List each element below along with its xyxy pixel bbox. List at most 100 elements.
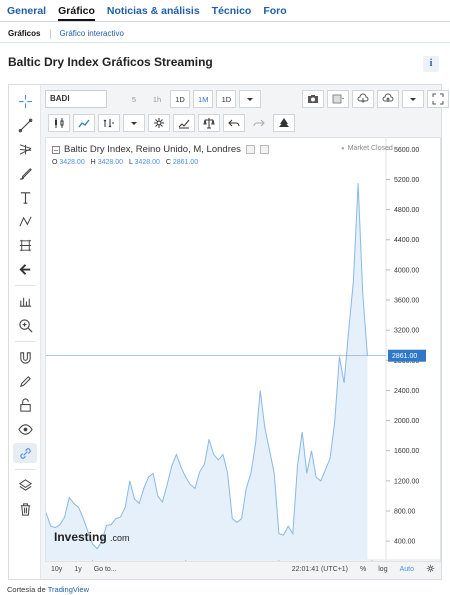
pitchfork-icon (19, 143, 31, 155)
chart-plot[interactable]: 400.00 800.00 1200.00 1600.00 2000.00 2400.00… (46, 138, 442, 578)
scale-button[interactable] (198, 114, 220, 132)
fullscreen-button[interactable] (427, 90, 450, 108)
compare-button[interactable] (173, 114, 195, 132)
chart-widget: BADI 5 1h 1D 1M 1D 400.00 800.00 1200.00 16… (8, 84, 450, 580)
interval-1h[interactable]: 1h (147, 90, 167, 108)
percent-scale-toggle[interactable]: % (354, 566, 372, 573)
indicators-button[interactable] (98, 114, 120, 132)
lock-tool[interactable] (13, 395, 37, 415)
camera-icon (308, 95, 319, 103)
subnav-divider (50, 28, 52, 39)
tool-divider (15, 341, 35, 342)
chart-pane[interactable]: 400.00 800.00 1200.00 1600.00 2000.00 2400.00… (45, 137, 442, 578)
visibility-tool[interactable] (13, 419, 37, 439)
brush-tool[interactable] (13, 163, 37, 183)
y-tick-label: 4000.00 (394, 267, 419, 274)
log-scale-toggle[interactable]: log (372, 566, 393, 573)
range-10y[interactable]: 10y (45, 566, 68, 573)
tab-0[interactable]: General (7, 5, 46, 21)
save-chart-button[interactable] (377, 90, 400, 108)
candlestick-icon (55, 118, 64, 128)
y-tick-label: 2000.00 (394, 418, 419, 425)
zoom-in-icon (18, 318, 32, 332)
delete-tool[interactable] (13, 499, 37, 519)
collapse-legend-icon[interactable] (52, 145, 60, 154)
load-chart-button[interactable] (352, 90, 375, 108)
text-tool[interactable] (13, 187, 37, 207)
color-button[interactable] (327, 90, 350, 108)
crosshair-icon (18, 94, 32, 108)
magnet-icon (19, 351, 31, 364)
y-tick-label: 5600.00 (394, 147, 419, 154)
scale-icon (203, 118, 215, 129)
tradingview-link[interactable]: TradingView (48, 585, 89, 594)
magnet-tool[interactable] (13, 347, 37, 367)
low-label: L (128, 159, 133, 166)
info-button[interactable]: i (423, 56, 439, 72)
measure-tool[interactable] (13, 291, 37, 311)
drawing-toolbar (9, 85, 41, 579)
interval-5[interactable]: 5 (124, 90, 144, 108)
crosshair-tool[interactable] (13, 91, 37, 111)
indicators-dropdown[interactable] (123, 114, 145, 132)
candles-button[interactable] (48, 114, 70, 132)
pattern-icon (18, 216, 32, 226)
auto-scale-toggle[interactable]: Auto (394, 566, 420, 573)
layers-icon (18, 478, 32, 491)
tab-3[interactable]: Técnico (212, 5, 252, 21)
stay-drawing-tool[interactable] (13, 371, 37, 391)
layers-tool[interactable] (13, 475, 37, 495)
redo-button[interactable] (248, 114, 270, 132)
investing-watermark-suffix: .com (110, 533, 130, 543)
chart-settings-button[interactable] (420, 564, 441, 575)
investing-watermark: Investing (54, 530, 107, 544)
interval-1d[interactable]: 1D (170, 90, 190, 108)
clock-readout: 22:01:41 (UTC+1) (291, 566, 349, 573)
range-1y[interactable]: 1y (68, 566, 87, 573)
settings-button[interactable] (148, 114, 170, 132)
alerts-button[interactable] (273, 114, 295, 132)
symbol-search-input[interactable]: BADI (45, 90, 107, 108)
open-label: O (52, 159, 58, 166)
interval-dropdown[interactable]: 1D (216, 90, 237, 108)
prediction-icon (19, 239, 31, 251)
y-tick-label: 4800.00 (394, 207, 419, 214)
goto-date-button[interactable]: Go to... (88, 566, 123, 573)
interval-1m[interactable]: 1M (193, 90, 214, 108)
redo-icon (253, 119, 265, 127)
subnav-grafico-interactivo[interactable]: Gráfico interactivo (59, 29, 123, 38)
prediction-tool[interactable] (13, 235, 37, 255)
pitchfork-tool[interactable] (13, 139, 37, 159)
screenshot-button[interactable] (302, 90, 325, 108)
trash-icon (20, 502, 30, 516)
tab-2[interactable]: Noticias & análisis (107, 5, 200, 21)
brush-icon (19, 167, 32, 180)
subnav-graficos[interactable]: Gráficos (8, 29, 40, 38)
zoom-tool[interactable] (13, 315, 37, 335)
tab-1[interactable]: Gráfico (58, 5, 95, 21)
back-tool[interactable] (13, 259, 37, 279)
legend: Baltic Dry Index, Reino Unido, M, Londre… (52, 144, 269, 155)
y-tick-label: 5200.00 (394, 177, 419, 184)
link-tool[interactable] (13, 443, 37, 463)
footer-prefix: Cortesía de (7, 585, 48, 594)
sub-navigation: Gráficos Gráfico interactivo (0, 25, 450, 43)
series-settings-icon[interactable] (245, 145, 255, 154)
area-style-button[interactable] (73, 114, 95, 132)
series-remove-icon[interactable] (259, 145, 269, 154)
link-icon (19, 447, 31, 459)
interval-dropdown-caret[interactable] (239, 90, 262, 108)
y-tick-label: 3200.00 (394, 328, 419, 335)
trend-line-tool[interactable] (13, 115, 37, 135)
tool-divider (15, 285, 35, 286)
y-tick-label: 3600.00 (394, 298, 419, 305)
page-title: Baltic Dry Index Gráficos Streaming (8, 55, 213, 69)
pattern-tool[interactable] (13, 211, 37, 231)
compare-icon (178, 119, 190, 129)
save-options-button[interactable] (402, 90, 425, 108)
tab-4[interactable]: Foro (263, 5, 286, 21)
undo-button[interactable] (223, 114, 245, 132)
arrow-left-icon (18, 263, 30, 275)
pencil-icon (19, 375, 31, 387)
market-status: Market Closed (341, 145, 393, 152)
